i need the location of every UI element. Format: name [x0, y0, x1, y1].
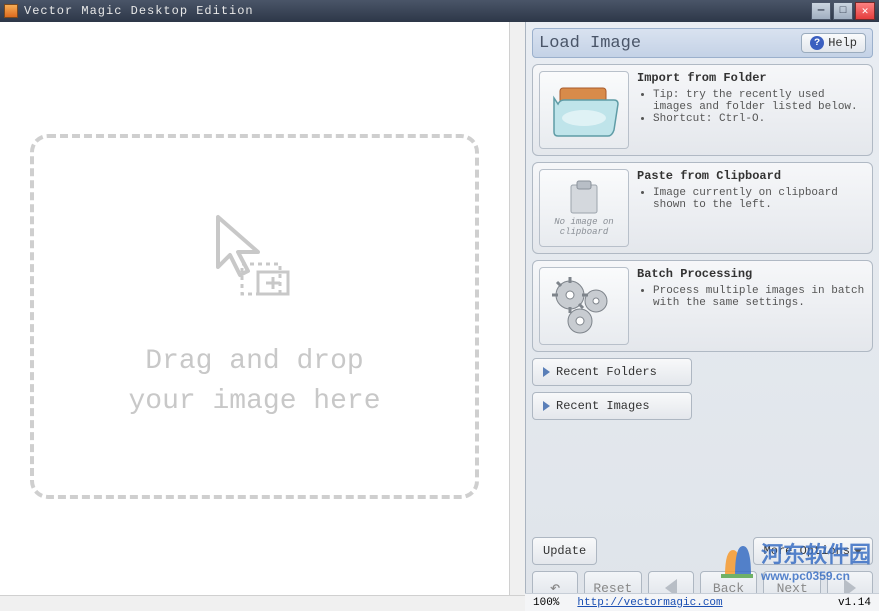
- panel-title: Load Image: [539, 34, 801, 53]
- recent-folders-button[interactable]: Recent Folders: [532, 358, 692, 386]
- play-icon: [543, 367, 550, 377]
- chevron-down-icon: [854, 549, 862, 554]
- close-button[interactable]: ✕: [855, 2, 875, 20]
- paste-desc: Image currently on clipboard shown to th…: [653, 187, 866, 211]
- paste-from-clipboard-card[interactable]: No image on clipboard Paste from Clipboa…: [532, 162, 873, 254]
- clipboard-icon: No image on clipboard: [539, 169, 629, 247]
- version-label: v1.14: [838, 597, 871, 609]
- horizontal-scrollbar[interactable]: [0, 595, 525, 611]
- recent-images-button[interactable]: Recent Images: [532, 392, 692, 420]
- app-title: Vector Magic Desktop Edition: [24, 4, 811, 18]
- app-icon: [4, 4, 18, 18]
- import-tip: Tip: try the recently used images and fo…: [653, 89, 866, 113]
- import-shortcut: Shortcut: Ctrl-O.: [653, 113, 866, 125]
- batch-title: Batch Processing: [637, 267, 866, 281]
- batch-desc: Process multiple images in batch with th…: [653, 285, 866, 309]
- drop-zone[interactable]: Drag and drop your image here: [30, 134, 479, 499]
- more-options-button[interactable]: More Options: [753, 537, 873, 565]
- help-button[interactable]: ? Help: [801, 33, 866, 53]
- side-panel: Load Image ? Help Import from Folder Tip…: [525, 22, 879, 611]
- batch-processing-card[interactable]: Batch Processing Process multiple images…: [532, 260, 873, 352]
- website-link[interactable]: http://vectormagic.com: [577, 597, 722, 609]
- update-button[interactable]: Update: [532, 537, 597, 565]
- import-title: Import from Folder: [637, 71, 866, 85]
- titlebar: Vector Magic Desktop Edition — □ ✕: [0, 0, 879, 22]
- cursor-drop-icon: [210, 212, 300, 302]
- zoom-level: 100%: [533, 597, 559, 609]
- maximize-button[interactable]: □: [833, 2, 853, 20]
- paste-title: Paste from Clipboard: [637, 169, 866, 183]
- status-bar: 100% http://vectormagic.com v1.14: [525, 593, 879, 611]
- play-icon: [543, 401, 550, 411]
- panel-header: Load Image ? Help: [532, 28, 873, 58]
- import-from-folder-card[interactable]: Import from Folder Tip: try the recently…: [532, 64, 873, 156]
- drop-text: Drag and drop your image here: [128, 342, 380, 420]
- folder-icon: [539, 71, 629, 149]
- gears-icon: [539, 267, 629, 345]
- vertical-scrollbar[interactable]: [509, 22, 525, 611]
- minimize-button[interactable]: —: [811, 2, 831, 20]
- canvas-area[interactable]: Drag and drop your image here: [0, 22, 509, 611]
- help-icon: ?: [810, 36, 824, 50]
